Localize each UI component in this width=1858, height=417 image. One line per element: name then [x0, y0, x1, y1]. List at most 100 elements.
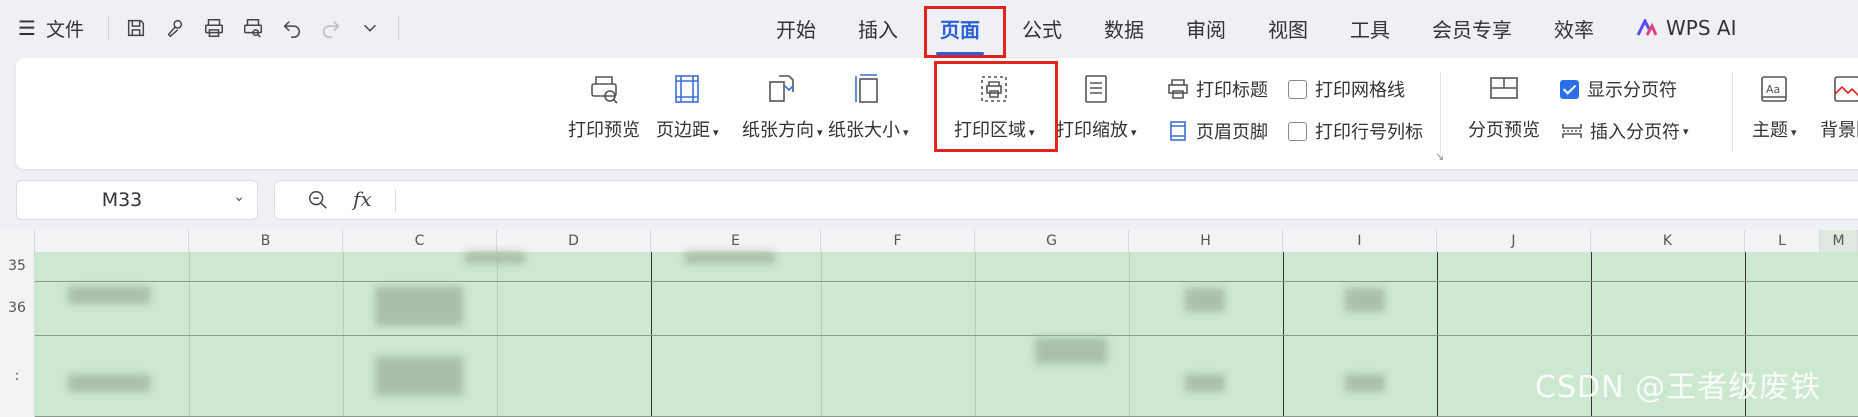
divider: [397, 15, 399, 41]
print-icon[interactable]: [201, 15, 227, 41]
tab-review[interactable]: 审阅: [1165, 14, 1247, 43]
print-titles-icon: [1168, 79, 1188, 99]
row-header[interactable]: 35: [0, 252, 35, 281]
print-row-col-headers-label: 打印行号列标: [1315, 122, 1423, 143]
chevron-down-icon[interactable]: ⌄: [233, 189, 245, 205]
tab-insert[interactable]: 插入: [837, 14, 919, 43]
page-break-preview-button[interactable]: 分页预览: [1468, 72, 1540, 142]
page-break-preview-icon: [1490, 77, 1518, 99]
header-footer-button[interactable]: 页眉页脚: [1166, 118, 1268, 144]
gridline: [35, 335, 1858, 336]
insert-page-break-label: 插入分页符: [1590, 122, 1680, 143]
zoom-search-icon[interactable]: [307, 189, 329, 215]
show-page-breaks-checkbox[interactable]: 显示分页符: [1560, 76, 1677, 102]
column-header[interactable]: F: [821, 230, 975, 252]
column-header[interactable]: C: [343, 230, 497, 252]
checkbox-unchecked: [1288, 121, 1307, 141]
print-gridlines-checkbox[interactable]: 打印网格线: [1288, 76, 1405, 102]
tab-home[interactable]: 开始: [755, 14, 837, 43]
formula-bar: M33 ⌄ fx: [0, 176, 1858, 222]
column-header[interactable]: K: [1591, 230, 1745, 252]
redacted-cell: [1185, 288, 1225, 312]
undo-icon[interactable]: [279, 15, 305, 41]
ribbon-tabs: 开始 插入 页面 公式 数据 审阅 视图 工具 会员专享 效率 WPS AI: [755, 0, 1757, 56]
checkbox-unchecked: [1288, 79, 1307, 99]
tab-formula[interactable]: 公式: [1001, 14, 1083, 43]
select-all-corner[interactable]: [0, 230, 35, 252]
save-icon[interactable]: [123, 15, 149, 41]
theme-label: 主题: [1752, 120, 1788, 141]
print-scale-label: 打印缩放: [1056, 120, 1128, 141]
row-header[interactable]: :: [0, 335, 35, 417]
tab-tools[interactable]: 工具: [1329, 14, 1411, 43]
background-image-button[interactable]: 背景图: [1820, 72, 1858, 142]
redacted-cell: [1345, 374, 1385, 392]
page-break-preview-label: 分页预览: [1468, 120, 1540, 141]
ribbon-divider: [1732, 72, 1733, 152]
theme-icon: Aa: [1761, 76, 1788, 102]
tab-wps-ai-label: WPS AI: [1666, 16, 1737, 40]
quick-access-bar: ☰ 文件: [18, 12, 413, 44]
print-titles-button[interactable]: 打印标题: [1166, 76, 1268, 102]
divider: [395, 189, 396, 213]
print-preview-button[interactable]: 打印预览: [568, 72, 640, 142]
file-menu-button[interactable]: ☰ 文件: [18, 15, 84, 42]
caret-down-icon: ▾: [1131, 126, 1137, 139]
redacted-cell: [68, 286, 150, 304]
redacted-cell: [685, 252, 775, 264]
dialog-launcher-icon[interactable]: ↘: [1435, 150, 1444, 163]
name-box[interactable]: M33 ⌄: [16, 180, 258, 220]
redo-icon[interactable]: [318, 15, 344, 41]
divider: [107, 15, 109, 41]
print-titles-label: 打印标题: [1196, 80, 1268, 101]
caret-down-icon: ▾: [817, 126, 823, 139]
caret-down-icon: ▾: [903, 126, 909, 139]
more-chevron-icon[interactable]: [357, 15, 383, 41]
print-gridlines-label: 打印网格线: [1315, 80, 1405, 101]
redacted-cell: [1185, 374, 1225, 392]
column-header[interactable]: G: [975, 230, 1129, 252]
margins-icon: [675, 75, 700, 103]
orientation-button[interactable]: 纸张方向 ▾: [742, 72, 823, 142]
redacted-cell: [1345, 288, 1385, 312]
column-header[interactable]: I: [1283, 230, 1437, 252]
formula-input[interactable]: fx: [274, 180, 1858, 220]
column-header[interactable]: B: [189, 230, 343, 252]
file-menu-label: 文件: [45, 18, 84, 41]
watermark-text: CSDN @王者级废铁: [1535, 370, 1822, 405]
column-header-selected[interactable]: M: [1820, 230, 1858, 252]
tab-view[interactable]: 视图: [1247, 14, 1329, 43]
column-header[interactable]: L: [1745, 230, 1820, 252]
paper-size-button[interactable]: 纸张大小 ▾: [828, 72, 909, 142]
highlight-box-print-area: [934, 61, 1058, 152]
column-header-a[interactable]: [35, 230, 189, 252]
orientation-label: 纸张方向: [742, 120, 814, 141]
print-scale-button[interactable]: 打印缩放 ▾: [1056, 72, 1137, 142]
fx-icon[interactable]: fx: [353, 187, 372, 211]
tab-member[interactable]: 会员专享: [1411, 14, 1533, 43]
highlight-box-page-tab: [924, 6, 1006, 58]
column-header-row: B C D E F G H I J K L M: [0, 230, 1858, 253]
paper-size-label: 纸张大小: [828, 120, 900, 141]
insert-page-break-button[interactable]: 插入分页符 ▾: [1560, 118, 1689, 144]
tab-efficiency[interactable]: 效率: [1533, 14, 1615, 43]
column-header[interactable]: E: [651, 230, 821, 252]
column-header[interactable]: J: [1437, 230, 1591, 252]
format-painter-icon[interactable]: [162, 15, 188, 41]
tab-data[interactable]: 数据: [1083, 14, 1165, 43]
print-preview-icon[interactable]: [240, 15, 266, 41]
caret-down-icon: ▾: [1683, 124, 1689, 138]
row-header[interactable]: 36: [0, 281, 35, 335]
name-box-value: M33: [101, 189, 143, 211]
gridline: [35, 281, 1858, 282]
margins-button[interactable]: 页边距 ▾: [656, 72, 719, 142]
svg-text:Aa: Aa: [1766, 83, 1780, 96]
theme-button[interactable]: Aa 主题 ▾: [1752, 72, 1797, 142]
tab-wps-ai[interactable]: WPS AI: [1615, 16, 1757, 40]
print-row-col-headers-checkbox[interactable]: 打印行号列标: [1288, 118, 1423, 144]
column-header[interactable]: H: [1129, 230, 1283, 252]
header-footer-label: 页眉页脚: [1196, 122, 1268, 143]
print-preview-icon: [591, 76, 618, 104]
header-footer-icon: [1170, 121, 1186, 141]
column-header[interactable]: D: [497, 230, 651, 252]
